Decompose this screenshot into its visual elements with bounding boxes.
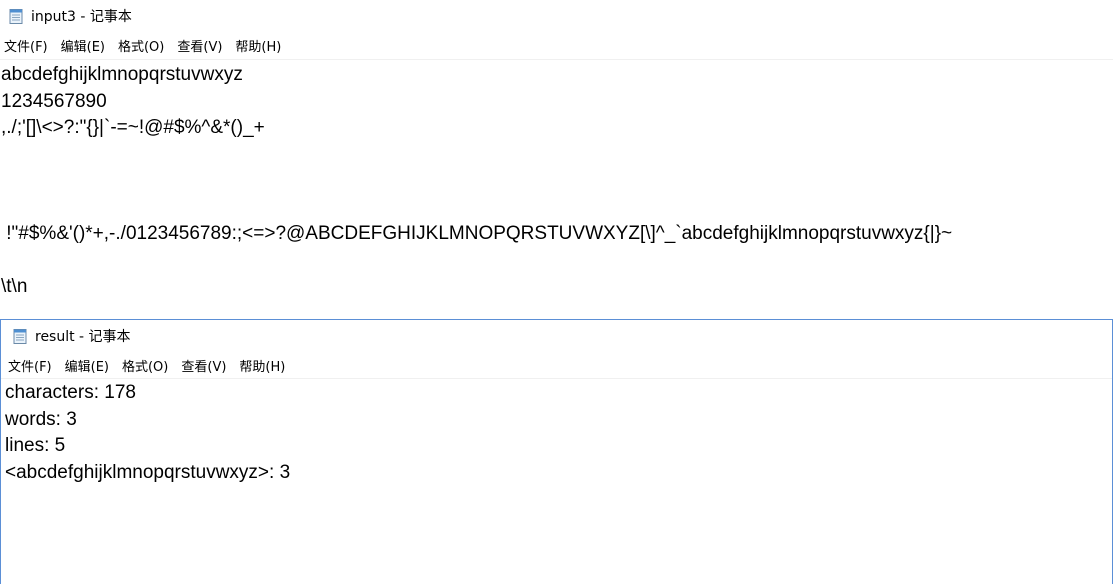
window-title: result - 记事本 [35, 329, 131, 345]
menu-edit[interactable]: 编辑(E) [61, 34, 112, 57]
editor-line: abcdefghijklmnopqrstuvwxyz [1, 64, 243, 85]
menu-help[interactable]: 帮助(H) [239, 354, 292, 377]
notepad-icon [12, 328, 29, 345]
menu-help[interactable]: 帮助(H) [235, 34, 288, 57]
menu-view[interactable]: 查看(V) [181, 354, 233, 377]
menu-file[interactable]: 文件(F) [4, 34, 55, 57]
result-line-characters: characters: 178 [5, 382, 136, 403]
menu-format[interactable]: 格式(O) [118, 34, 171, 57]
menu-view[interactable]: 查看(V) [177, 34, 229, 57]
result-line-word-count: <abcdefghijklmnopqrstuvwxyz>: 3 [5, 461, 291, 483]
menu-file[interactable]: 文件(F) [8, 354, 59, 377]
window-title: input3 - 记事本 [31, 9, 132, 25]
editor-line: \t\n [1, 276, 28, 297]
notepad-window-input3: input3 - 记事本 文件(F) 编辑(E) 格式(O) 查看(V) 帮助(… [0, 0, 1113, 320]
editor-line: !"#$%&'()*+,-./0123456789:;<=>?@ABCDEFGH… [1, 223, 953, 244]
result-line-words: words: 3 [5, 408, 77, 430]
notepad-icon [8, 8, 25, 25]
text-editor[interactable]: characters: 178 words: 3 lines: 5 <abcde… [1, 379, 1112, 486]
notepad-window-result: result - 记事本 文件(F) 编辑(E) 格式(O) 查看(V) 帮助(… [0, 319, 1113, 584]
title-bar[interactable]: result - 记事本 [1, 320, 1112, 352]
title-bar[interactable]: input3 - 记事本 [0, 0, 1113, 32]
editor-line: 1234567890 [1, 90, 107, 112]
editor-line: ,./;'[]\<>?:"{}|`-=~!@#$%^&*()_+ [1, 117, 265, 138]
text-editor[interactable]: abcdefghijklmnopqrstuvwxyz 1234567890 ,.… [0, 60, 1113, 301]
menu-bar: 文件(F) 编辑(E) 格式(O) 查看(V) 帮助(H) [0, 32, 1113, 60]
menu-bar: 文件(F) 编辑(E) 格式(O) 查看(V) 帮助(H) [1, 352, 1112, 379]
menu-format[interactable]: 格式(O) [122, 354, 175, 377]
result-line-lines: lines: 5 [5, 435, 66, 456]
menu-edit[interactable]: 编辑(E) [65, 354, 116, 377]
